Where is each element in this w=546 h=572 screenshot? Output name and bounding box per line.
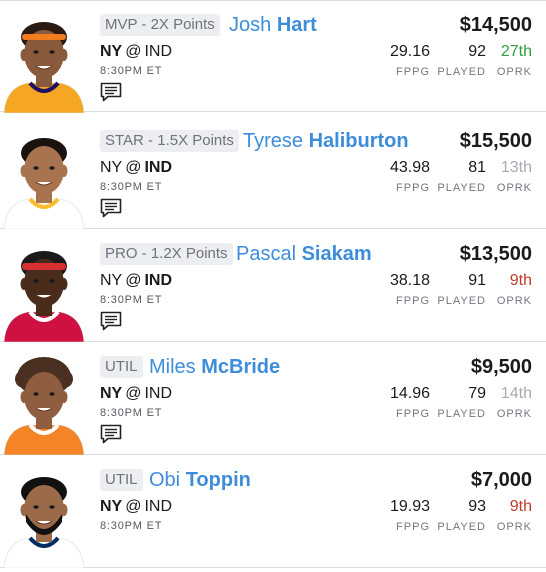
fppg-label: FPPG	[396, 521, 430, 533]
player-name-link[interactable]: Miles McBride	[149, 354, 280, 380]
player-name-link[interactable]: Josh Hart	[229, 12, 317, 38]
oprk-value: 13th	[500, 159, 532, 176]
game-time: 8:30PM ET	[100, 407, 163, 419]
player-salary: $14,500	[459, 14, 532, 36]
opponent-abbrev: IND	[144, 159, 173, 176]
played-label: PLAYED	[437, 295, 486, 307]
opponent-abbrev: IND	[144, 385, 173, 402]
team-abbrev: NY	[100, 272, 123, 289]
game-time: 8:30PM ET	[100, 294, 163, 306]
player-news-icon[interactable]	[100, 424, 122, 444]
played-label: PLAYED	[437, 408, 486, 420]
fppg-value: 43.98	[389, 159, 430, 176]
player-last-name: Siakam	[301, 243, 372, 265]
roster-slot-badge: PRO - 1.2X Points	[100, 243, 233, 265]
player-news-icon[interactable]	[100, 198, 122, 218]
roster-slot-badge: UTIL	[100, 469, 143, 491]
at-symbol: @	[125, 272, 142, 289]
fppg-label: FPPG	[396, 66, 430, 78]
player-last-name: Toppin	[185, 469, 251, 491]
player-row[interactable]: UTIL Obi Toppin $7,000 NY @ IND 8:30PM ET …	[0, 456, 546, 568]
oprk-label: OPRK	[496, 521, 532, 533]
player-first-name: Obi	[149, 469, 181, 491]
game-matchup: NY @ IND	[100, 270, 172, 292]
oprk-value: 9th	[509, 498, 532, 515]
player-first-name: Josh	[229, 14, 272, 36]
oprk-label: OPRK	[496, 295, 532, 307]
played-value: 91	[468, 272, 486, 289]
played-label: PLAYED	[437, 182, 486, 194]
game-time: 8:30PM ET	[100, 181, 163, 193]
fppg-value: 38.18	[389, 272, 430, 289]
at-symbol: @	[125, 385, 142, 402]
player-salary: $13,500	[459, 243, 532, 265]
fppg-value: 29.16	[389, 43, 430, 60]
roster-slot-badge: MVP - 2X Points	[100, 14, 220, 36]
fppg-label: FPPG	[396, 295, 430, 307]
player-row[interactable]: MVP - 2X Points Josh Hart $14,500 NY @ IND…	[0, 0, 546, 113]
opponent-abbrev: IND	[144, 498, 173, 515]
player-last-name: Haliburton	[308, 130, 409, 152]
player-news-icon[interactable]	[100, 82, 122, 102]
player-row[interactable]: PRO - 1.2X Points Pascal Siakam $13,500 …	[0, 230, 546, 342]
oprk-label: OPRK	[496, 408, 532, 420]
game-time: 8:30PM ET	[100, 65, 163, 77]
player-headshot[interactable]	[0, 349, 88, 455]
player-row[interactable]: STAR - 1.5X Points Tyrese Haliburton $15…	[0, 117, 546, 229]
fppg-value: 19.93	[389, 498, 430, 515]
oprk-value: 9th	[509, 272, 532, 289]
at-symbol: @	[125, 498, 142, 515]
played-value: 93	[468, 498, 486, 515]
team-abbrev: NY	[100, 498, 123, 515]
player-list: MVP - 2X Points Josh Hart $14,500 NY @ IND…	[0, 0, 546, 572]
opponent-abbrev: IND	[144, 272, 173, 289]
team-abbrev: NY	[100, 43, 123, 60]
oprk-value: 27th	[500, 43, 532, 60]
player-headshot[interactable]	[0, 462, 88, 568]
player-first-name: Tyrese	[243, 130, 304, 152]
game-matchup: NY @ IND	[100, 496, 172, 518]
player-last-name: Hart	[276, 14, 317, 36]
at-symbol: @	[125, 43, 142, 60]
fppg-label: FPPG	[396, 182, 430, 194]
roster-slot-badge: UTIL	[100, 356, 143, 378]
opponent-abbrev: IND	[144, 43, 173, 60]
played-label: PLAYED	[437, 66, 486, 78]
player-row[interactable]: UTIL Miles McBride $9,500 NY @ IND 8:30PM …	[0, 343, 546, 455]
player-last-name: McBride	[201, 356, 281, 378]
team-abbrev: NY	[100, 159, 123, 176]
oprk-label: OPRK	[496, 182, 532, 194]
player-first-name: Pascal	[236, 243, 297, 265]
game-matchup: NY @ IND	[100, 383, 172, 405]
fppg-label: FPPG	[396, 408, 430, 420]
player-headshot[interactable]	[0, 7, 88, 113]
player-headshot[interactable]	[0, 236, 88, 342]
player-first-name: Miles	[149, 356, 196, 378]
played-value: 79	[468, 385, 486, 402]
played-value: 92	[468, 43, 486, 60]
player-name-link[interactable]: Obi Toppin	[149, 467, 251, 493]
team-abbrev: NY	[100, 385, 123, 402]
played-label: PLAYED	[437, 521, 486, 533]
player-name-link[interactable]: Tyrese Haliburton	[243, 128, 409, 154]
fppg-value: 14.96	[389, 385, 430, 402]
player-news-icon[interactable]	[100, 311, 122, 331]
game-matchup: NY @ IND	[100, 41, 172, 63]
player-name-link[interactable]: Pascal Siakam	[236, 241, 372, 267]
game-time: 8:30PM ET	[100, 520, 163, 532]
player-salary: $7,000	[470, 469, 532, 491]
player-salary: $9,500	[470, 356, 532, 378]
game-matchup: NY @ IND	[100, 157, 172, 179]
roster-slot-badge: STAR - 1.5X Points	[100, 130, 239, 152]
player-salary: $15,500	[459, 130, 532, 152]
oprk-label: OPRK	[496, 66, 532, 78]
oprk-value: 14th	[500, 385, 532, 402]
played-value: 81	[468, 159, 486, 176]
player-headshot[interactable]	[0, 123, 88, 229]
at-symbol: @	[125, 159, 142, 176]
